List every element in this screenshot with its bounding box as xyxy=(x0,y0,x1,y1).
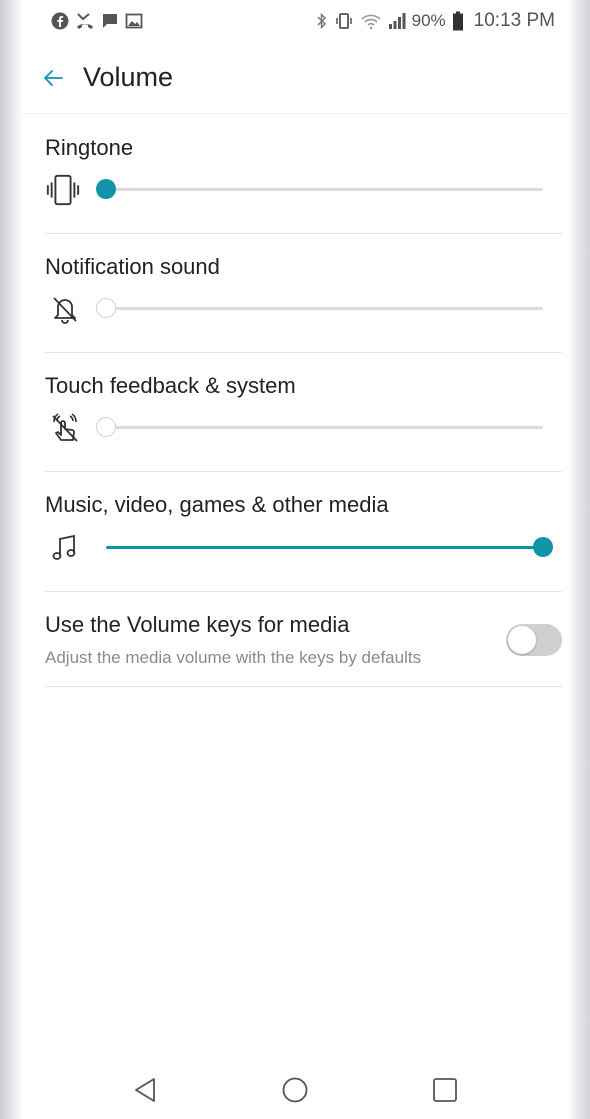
switch-knob xyxy=(508,626,536,654)
bell-off-icon[interactable] xyxy=(47,291,83,327)
status-bar: 90% 10:13 PM xyxy=(23,0,567,42)
status-time: 10:13 PM xyxy=(473,10,555,31)
touch-off-icon[interactable] xyxy=(47,410,83,446)
ringtone-slider-thumb[interactable] xyxy=(96,179,116,199)
touch-feedback-row: Touch feedback & system xyxy=(45,353,562,472)
vibrate-icon xyxy=(334,12,354,30)
app-bar: Volume xyxy=(23,42,567,114)
touch-feedback-label: Touch feedback & system xyxy=(45,373,296,398)
back-button[interactable] xyxy=(23,50,83,106)
missed-call-icon xyxy=(75,12,95,30)
battery-percent: 90% xyxy=(411,11,446,30)
ringtone-row: Ringtone xyxy=(45,115,562,234)
touch-feedback-slider-thumb[interactable] xyxy=(96,417,116,437)
volume-keys-title: Use the Volume keys for media xyxy=(45,612,350,637)
signal-icon xyxy=(388,12,406,30)
back-icon xyxy=(135,1077,155,1102)
nav-back-button[interactable] xyxy=(125,1070,165,1110)
notification-label: Notification sound xyxy=(45,254,220,279)
facebook-icon xyxy=(51,12,69,30)
volume-keys-switch[interactable] xyxy=(506,624,562,656)
notification-row: Notification sound xyxy=(45,234,562,353)
ringtone-slider[interactable] xyxy=(96,179,543,199)
screen: 90% 10:13 PM Volume Ringtone Notificatio… xyxy=(23,0,567,1119)
media-slider[interactable] xyxy=(106,537,553,557)
vibrate-icon[interactable] xyxy=(45,172,81,208)
nav-home-button[interactable] xyxy=(275,1070,315,1110)
recents-icon xyxy=(433,1077,457,1102)
media-row: Music, video, games & other media xyxy=(45,472,562,592)
nav-recents-button[interactable] xyxy=(425,1070,465,1110)
music-note-icon[interactable] xyxy=(47,530,83,566)
chat-icon xyxy=(101,12,119,30)
volume-keys-subtitle: Adjust the media volume with the keys by… xyxy=(45,648,422,667)
ringtone-label: Ringtone xyxy=(45,135,134,160)
back-arrow-icon xyxy=(44,69,63,86)
image-icon xyxy=(125,12,143,30)
home-icon xyxy=(282,1077,308,1102)
media-slider-thumb[interactable] xyxy=(533,537,553,557)
page-title: Volume xyxy=(83,62,174,92)
wifi-icon xyxy=(360,12,382,30)
notification-slider-thumb[interactable] xyxy=(96,298,116,318)
notification-slider[interactable] xyxy=(96,298,543,318)
touch-feedback-slider[interactable] xyxy=(96,417,543,437)
status-notifications xyxy=(51,12,143,30)
status-system: 90% 10:13 PM xyxy=(316,10,555,32)
volume-keys-row[interactable]: Use the Volume keys for media Adjust the… xyxy=(45,592,562,687)
battery-icon xyxy=(452,11,464,31)
bluetooth-icon xyxy=(316,12,328,30)
media-label: Music, video, games & other media xyxy=(45,492,389,517)
navigation-bar xyxy=(23,1060,567,1119)
media-slider-fill xyxy=(106,546,543,549)
